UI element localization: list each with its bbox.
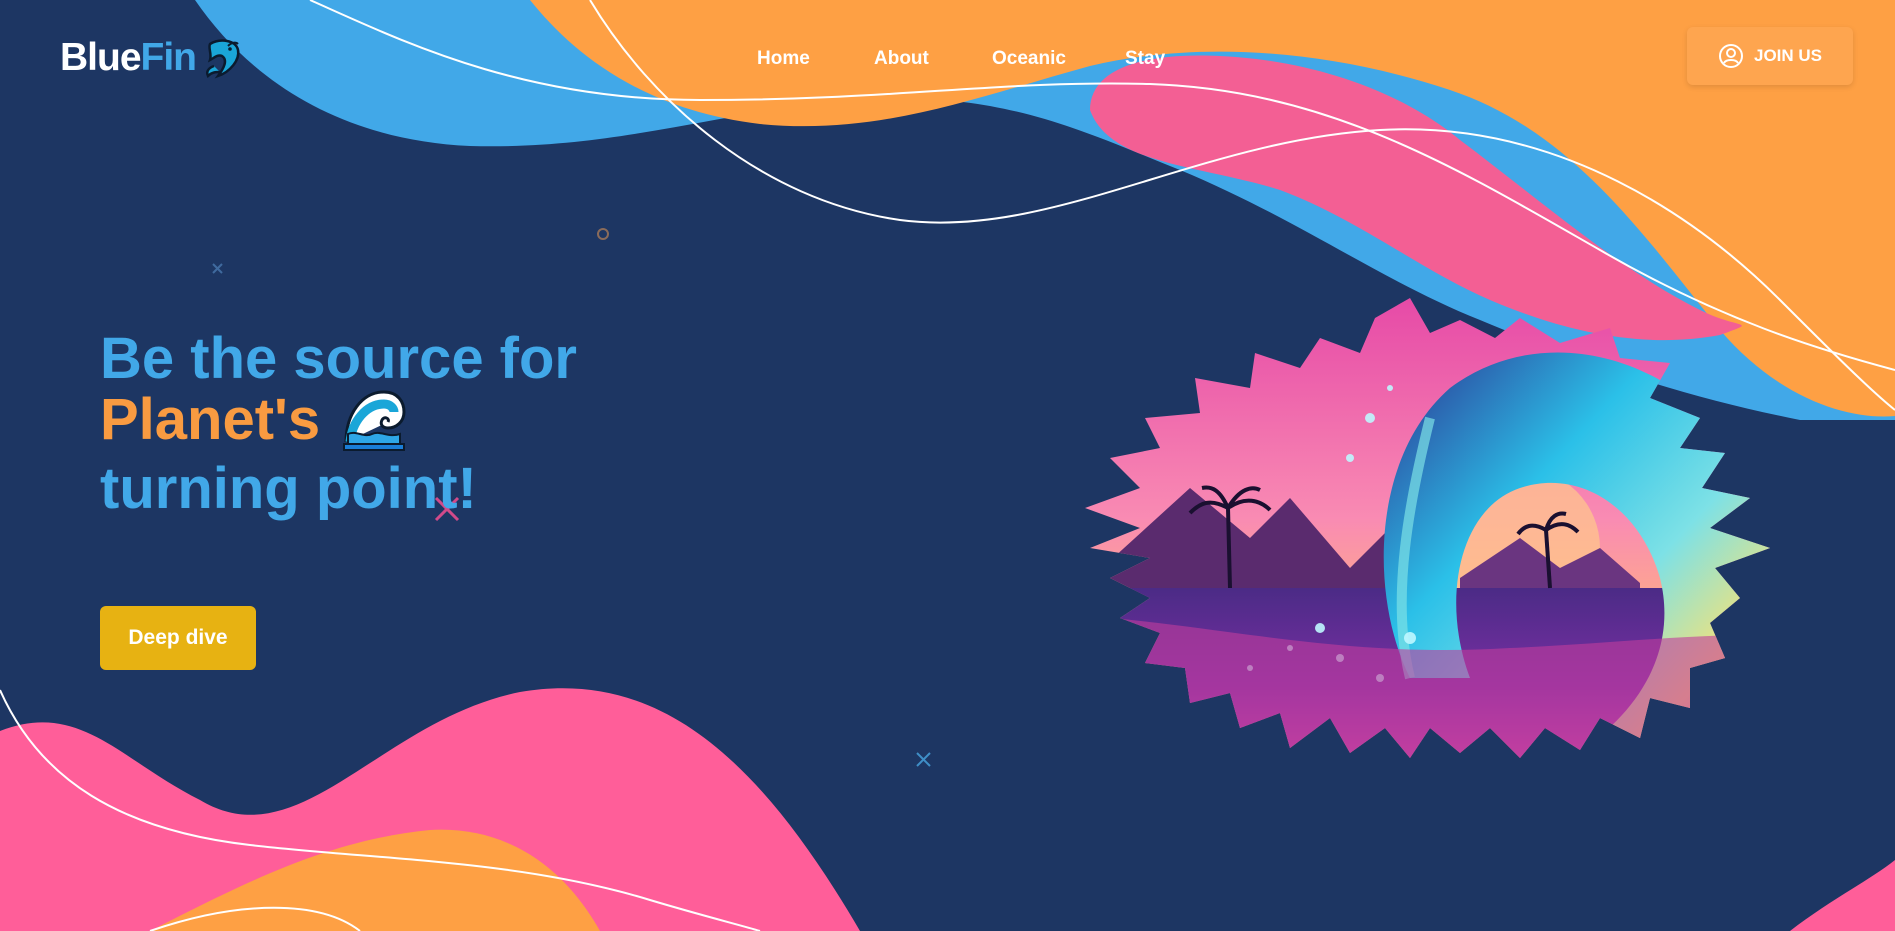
user-circle-icon: [1718, 44, 1743, 68]
headline-line-1: Be the source for: [100, 326, 577, 391]
hero-headline: Be the source for Planet's turning point…: [100, 328, 577, 519]
neon-wave-island-artwork: [1085, 298, 1770, 758]
x-mark-small: [212, 263, 223, 274]
site-header: Blue Fin Home About Oceanic Stay JOIN US: [0, 0, 1895, 120]
join-us-button[interactable]: JOIN US: [1687, 27, 1853, 85]
nav-oceanic[interactable]: Oceanic: [992, 48, 1066, 70]
deep-dive-button[interactable]: Deep dive: [100, 606, 256, 670]
headline-line-3: turning point!: [100, 455, 477, 521]
nav-home[interactable]: Home: [757, 48, 810, 70]
pink-bottom-right-blob: [1790, 860, 1895, 931]
x-mark-blue: [916, 752, 931, 767]
headline-planet: Planet's: [100, 387, 321, 452]
nav-stay[interactable]: Stay: [1125, 48, 1165, 70]
nav-about[interactable]: About: [874, 48, 929, 70]
main-nav: Home About Oceanic Stay: [0, 48, 1895, 78]
headline-line-2: Planet's: [100, 389, 577, 458]
wave-icon: [343, 390, 406, 451]
circle-mark: [597, 228, 609, 240]
join-us-label: JOIN US: [1753, 46, 1823, 65]
